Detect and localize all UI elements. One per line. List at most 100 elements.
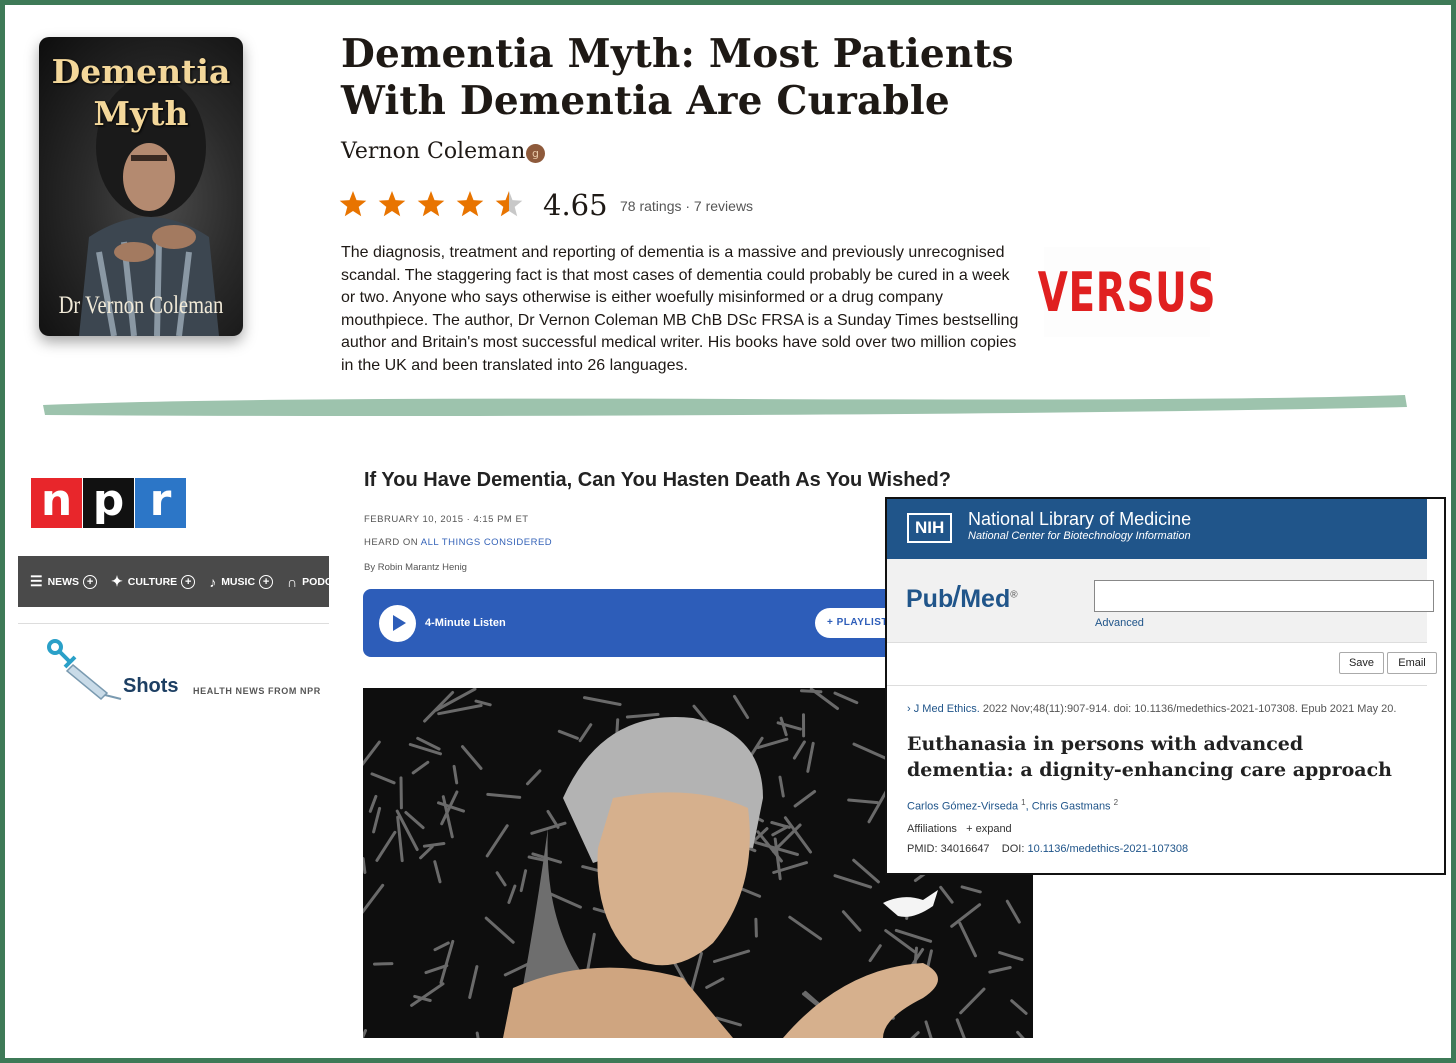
twig-stroke [452, 764, 459, 785]
nav-item-podcasts[interactable]: ∩ PODC [287, 574, 329, 590]
twig-stroke [363, 740, 381, 767]
pubmed-card: NIH National Library of Medicine Nationa… [885, 497, 1446, 875]
save-button[interactable]: Save [1339, 652, 1384, 674]
twig-stroke [484, 916, 515, 944]
music-icon: ♪ [209, 573, 217, 590]
versus-graphic: VERSUS [1038, 247, 1216, 337]
twig-stroke [519, 869, 528, 893]
nav-item-music[interactable]: ♪ MUSIC + [209, 573, 274, 590]
play-button-icon[interactable] [379, 605, 416, 642]
twig-stroke [910, 1031, 920, 1038]
nih-logo[interactable]: NIH [907, 513, 953, 543]
star-icon[interactable] [456, 191, 484, 217]
doi-label: DOI: [1001, 843, 1025, 855]
twig-stroke [485, 824, 509, 858]
twig-stroke [373, 962, 394, 966]
twig-stroke [370, 772, 396, 785]
author-link[interactable]: Carlos Gómez-Virseda [907, 801, 1018, 813]
twig-stroke [958, 921, 977, 958]
expand-plus-icon[interactable]: + [259, 574, 274, 589]
heard-on-prefix: HEARD ON [364, 537, 421, 548]
author-link[interactable]: Chris Gastmans [1032, 801, 1111, 813]
twig-stroke [1005, 899, 1021, 924]
podcast-icon: ∩ [287, 573, 298, 590]
nav-divider [18, 623, 329, 624]
npr-logo[interactable]: n p r [31, 478, 187, 528]
nlm-subtitle: National Center for Biotechnology Inform… [968, 530, 1191, 542]
logo-med: Med [960, 585, 1011, 613]
nav-item-news[interactable]: ☰ NEWS + [30, 573, 98, 590]
book-author-link[interactable]: Vernon Coleman [341, 139, 525, 164]
collage-frame: Dementia Myth Dr Vernon Coleman Dementia… [0, 0, 1456, 1063]
twig-stroke [690, 952, 703, 991]
culture-icon: ✦ [111, 573, 123, 589]
star-rating[interactable] [339, 189, 535, 221]
expand-affiliations-button[interactable]: + expand [966, 823, 1012, 835]
twig-stroke [557, 729, 579, 740]
ratings-count-link[interactable]: 78 ratings · 7 reviews [620, 198, 753, 214]
nav-item-music-label: MUSIC [221, 575, 256, 588]
twig-stroke [423, 691, 455, 723]
twig-stroke [625, 712, 660, 719]
twig-stroke [475, 1031, 480, 1038]
pubmed-search-input[interactable] [1094, 580, 1434, 612]
nav-item-culture[interactable]: ✦ CULTURE + [111, 573, 196, 590]
twig-stroke [396, 815, 404, 863]
book-cover-image[interactable]: Dementia Myth Dr Vernon Coleman [39, 37, 243, 336]
twig-stroke [833, 874, 873, 889]
star-icon[interactable] [417, 191, 445, 217]
twig-stroke [988, 966, 1012, 974]
twig-stroke [733, 694, 750, 719]
twig-stroke [713, 949, 751, 963]
twig-stroke [841, 910, 862, 932]
twig-stroke [486, 792, 522, 799]
expand-plus-icon[interactable]: + [83, 574, 98, 589]
twig-stroke [1010, 999, 1028, 1015]
all-things-considered-link[interactable]: ALL THINGS CONSIDERED [421, 537, 552, 548]
twig-stroke [507, 884, 517, 904]
star-icon[interactable] [495, 191, 523, 217]
twig-stroke [847, 798, 879, 805]
npr-logo-p: p [83, 478, 134, 528]
twig-stroke [776, 721, 802, 731]
author-affiliation-sup[interactable]: 2 [1114, 798, 1118, 807]
twig-stroke [526, 769, 542, 786]
twig-stroke [433, 860, 442, 884]
twig-stroke [779, 716, 788, 737]
twig-stroke [809, 688, 839, 710]
twig-stroke [422, 842, 446, 848]
npr-heard-on: HEARD ON ALL THINGS CONSIDERED [364, 537, 552, 548]
twig-stroke [894, 928, 933, 943]
journal-link[interactable]: › J Med Ethics. [907, 703, 980, 715]
citation-line: › J Med Ethics. 2022 Nov;48(11):907-914.… [907, 703, 1396, 715]
twig-stroke [411, 760, 430, 775]
affiliations-label: Affiliations [907, 823, 957, 835]
journal-name: J Med Ethics. [913, 703, 980, 715]
syringe-icon [47, 639, 122, 701]
average-rating: 4.65 [543, 188, 608, 222]
twig-stroke [419, 845, 434, 860]
twig-stroke [495, 871, 507, 887]
twig-stroke [410, 982, 445, 1007]
twig-stroke [578, 723, 593, 743]
star-icon[interactable] [378, 191, 406, 217]
doi-link[interactable]: 10.1136/medethics-2021-107308 [1027, 843, 1188, 855]
author-affiliation-sup[interactable]: 1 [1021, 798, 1025, 807]
npr-headline: If You Have Dementia, Can You Hasten Dea… [364, 469, 951, 491]
pubmed-logo[interactable]: Pub Med® [906, 585, 1018, 614]
advanced-search-link[interactable]: Advanced [1095, 617, 1144, 629]
expand-plus-icon[interactable]: + [181, 574, 196, 589]
twig-stroke [959, 987, 986, 1015]
twig-stroke [939, 885, 954, 904]
twig-stroke [950, 903, 982, 928]
goodreads-author-badge-icon: g [526, 144, 545, 163]
twig-stroke [372, 806, 382, 834]
shots-subtitle: HEALTH NEWS FROM NPR [193, 686, 321, 696]
twig-stroke [792, 740, 806, 760]
star-icon[interactable] [339, 191, 367, 217]
email-button[interactable]: Email [1387, 652, 1437, 674]
shots-label[interactable]: Shots [123, 675, 179, 698]
twig-stroke [583, 696, 622, 706]
twig-stroke [1016, 1030, 1025, 1038]
listen-duration-label: 4-Minute Listen [425, 617, 506, 629]
